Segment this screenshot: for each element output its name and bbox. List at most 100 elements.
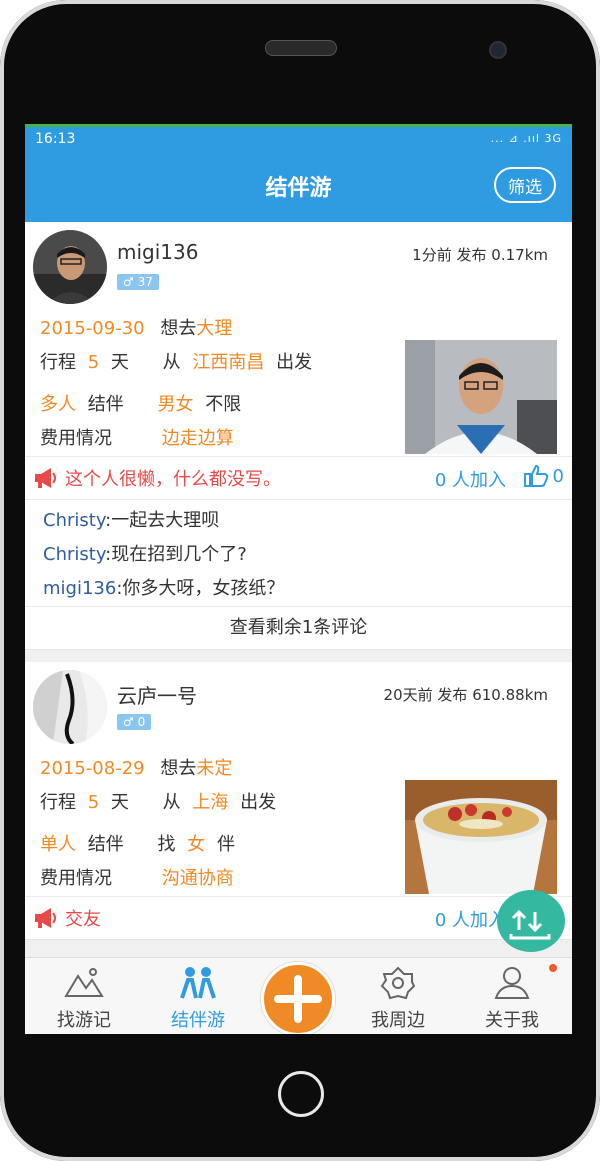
companion-label: 结伴 (87, 394, 124, 415)
page-title: 结伴游 (265, 176, 332, 201)
like-button[interactable]: 0 (523, 465, 564, 487)
post-header: migi136 ♂ 37 1分前 发布 0.17km (25, 222, 572, 310)
comment-user[interactable]: Christy (43, 544, 105, 565)
trip-date-row: 2015-08-29 想去未定 (40, 754, 232, 780)
post-photo[interactable] (405, 340, 557, 454)
title-bar: 结伴游 筛选 (25, 150, 572, 222)
destination: 未定 (196, 758, 233, 779)
like-count: 0 (552, 465, 564, 487)
slogan-text: 交友 (65, 909, 101, 930)
trip-date: 2015-09-30 (40, 318, 145, 339)
add-post-button[interactable] (261, 962, 335, 1034)
comment-item[interactable]: Christy:一起去大理呗 (25, 504, 572, 538)
publish-label: 发布 (437, 686, 468, 704)
days-unit: 天 (110, 352, 129, 373)
origin: 上海 (192, 792, 229, 813)
upload-download-icon (509, 909, 551, 940)
post-card[interactable]: migi136 ♂ 37 1分前 发布 0.17km 2015-09-30 想去… (25, 222, 572, 650)
status-bar: 16:13 ... ⊿ .ııl 3G (25, 124, 572, 150)
username[interactable]: migi136 (117, 240, 198, 264)
tab-label: 结伴游 (171, 1010, 225, 1031)
group-type: 单人 (40, 834, 76, 855)
trip-duration-row: 行程 5 天 从 江西南昌 出发 (40, 348, 312, 374)
tab-companion-travel[interactable]: 结伴游 (143, 958, 253, 1034)
trip-info: 2015-08-29 想去未定 行程 5 天 从 上海 出发 单人 结伴 找 女… (25, 750, 572, 896)
status-time: 16:13 (35, 130, 76, 147)
tab-travel-notes[interactable]: 找游记 (29, 958, 139, 1034)
post-header: 云庐一号 ♂ 0 20天前 发布 610.88km (25, 662, 572, 750)
username[interactable]: 云庐一号 (117, 680, 197, 709)
cost-label: 费用情况 (40, 868, 112, 889)
trip-days: 5 (87, 352, 100, 373)
slogan-text: 这个人很懒，什么都没写。 (65, 469, 281, 490)
trip-duration-row: 行程 5 天 从 上海 出发 (40, 788, 276, 814)
home-button[interactable] (278, 1071, 324, 1117)
compass-icon (380, 966, 416, 1000)
notification-dot (549, 964, 557, 972)
post-card[interactable]: 云庐一号 ♂ 0 20天前 发布 610.88km 2015-08-29 想去未… (25, 662, 572, 940)
post-action-bar: 交友 0 人加入 (25, 896, 572, 939)
depart-label: 出发 (276, 352, 313, 373)
comment-text: :你多大呀，女孩纸？ (116, 578, 285, 599)
card-gap (25, 650, 572, 662)
comment-list: Christy:一起去大理呗 Christy:现在招到几个了? migi136:… (25, 499, 572, 606)
trip-label: 行程 (40, 792, 76, 813)
gender-limit: 不限 (205, 394, 242, 415)
post-photo[interactable] (405, 780, 557, 894)
cost-value: 边走边算 (161, 428, 234, 449)
plus-icon (274, 975, 322, 1023)
person-icon (494, 967, 530, 999)
avatar[interactable] (33, 670, 107, 744)
time-ago: 1分前 (412, 246, 452, 264)
from-label: 从 (162, 792, 181, 813)
companion-label: 结伴 (87, 834, 124, 855)
post-slogan: 这个人很懒，什么都没写。 (33, 465, 281, 491)
partner-label: 伴 (216, 834, 235, 855)
comment-text: :一起去大理呗 (105, 510, 220, 531)
comment-user[interactable]: Christy (43, 510, 105, 531)
days-unit: 天 (110, 792, 129, 813)
comment-item[interactable]: Christy:现在招到几个了? (25, 538, 572, 572)
destination: 大理 (196, 318, 233, 339)
group-type: 多人 (40, 394, 76, 415)
cost-label: 费用情况 (40, 428, 112, 449)
tab-label: 找游记 (57, 1010, 111, 1031)
post-slogan: 交友 (33, 905, 101, 931)
status-indicators: ... ⊿ .ııl 3G (490, 132, 562, 145)
filter-button[interactable]: 筛选 (494, 167, 556, 203)
gender-age-badge: ♂ 37 (117, 274, 159, 290)
distance: 610.88km (472, 686, 548, 704)
companion-row: 多人 结伴 男女 不限 (40, 390, 241, 416)
want-label: 想去 (160, 758, 197, 779)
origin: 江西南昌 (192, 352, 265, 373)
time-ago: 20天前 (383, 686, 433, 704)
comment-user[interactable]: migi136 (43, 578, 116, 599)
join-count-button[interactable]: 0 人加入 (435, 466, 506, 492)
comment-item[interactable]: migi136:你多大呀，女孩纸？ (25, 572, 572, 606)
depart-label: 出发 (240, 792, 277, 813)
tab-nearby[interactable]: 我周边 (343, 958, 453, 1034)
avatar[interactable] (33, 230, 107, 304)
tab-label: 我周边 (371, 1010, 425, 1031)
speaker-grille (265, 40, 337, 56)
people-icon (180, 967, 216, 999)
post-meta: 1分前 发布 0.17km (412, 244, 548, 265)
trip-date-row: 2015-09-30 想去大理 (40, 314, 232, 340)
gender-age-badge: ♂ 0 (117, 714, 152, 730)
megaphone-icon (35, 468, 56, 488)
trip-label: 行程 (40, 352, 76, 373)
trip-info: 2015-09-30 想去大理 行程 5 天 从 江西南昌 出发 多人 结伴 男… (25, 310, 572, 456)
phone-frame: 16:13 ... ⊿ .ııl 3G 结伴游 筛选 migi136 ♂ 37 … (0, 0, 600, 1161)
trip-date: 2015-08-29 (40, 758, 145, 779)
screen: 16:13 ... ⊿ .ııl 3G 结伴游 筛选 migi136 ♂ 37 … (25, 124, 572, 1034)
bottom-tab-bar: 找游记 结伴游 我周边 关于我 (25, 957, 572, 1034)
post-action-bar: 这个人很懒，什么都没写。 0 人加入 0 (25, 456, 572, 499)
tab-label: 关于我 (485, 1010, 539, 1031)
view-more-comments-button[interactable]: 查看剩余1条评论 (25, 606, 572, 649)
cost-row: 费用情况 边走边算 (40, 424, 234, 450)
megaphone-icon (35, 908, 56, 928)
distance: 0.17km (491, 246, 548, 264)
join-count-button[interactable]: 0 人加入 (435, 906, 506, 932)
upload-float-button[interactable] (497, 890, 565, 952)
cost-row: 费用情况 沟通协商 (40, 864, 234, 890)
